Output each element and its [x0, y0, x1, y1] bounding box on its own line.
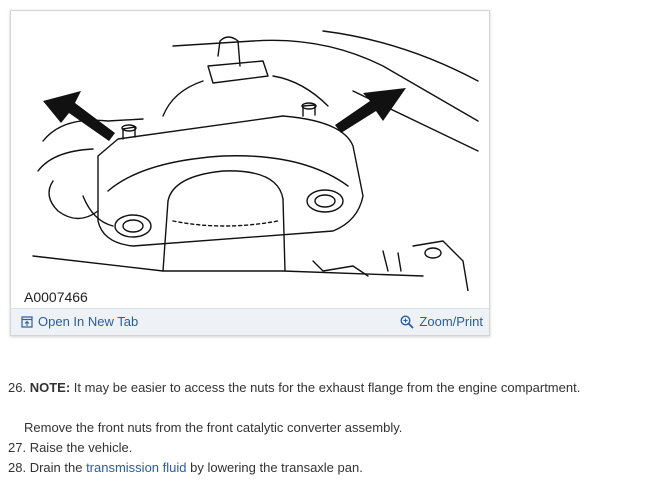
step-number: 28. — [8, 460, 27, 475]
zoom-print-link[interactable]: Zoom/Print — [400, 314, 483, 329]
transmission-fluid-link[interactable]: transmission fluid — [86, 460, 186, 475]
figure-card: A0007466 Open In New Tab Zoom/Print — [10, 10, 490, 336]
note-label: NOTE: — [29, 380, 71, 395]
step-text: Raise the vehicle. — [26, 440, 133, 455]
procedure-steps: 26. NOTE: It may be easier to access the… — [8, 378, 638, 478]
step-number: 26. — [8, 380, 27, 395]
exhaust-flange-illustration — [32, 30, 479, 291]
figure-toolbar: Open In New Tab Zoom/Print — [11, 308, 489, 335]
figure-id: A0007466 — [24, 289, 88, 305]
open-in-new-tab-link[interactable]: Open In New Tab — [21, 314, 138, 329]
zoom-icon — [400, 314, 415, 329]
step-number: 27. — [8, 440, 27, 455]
step-text-after: by lowering the transaxle pan. — [186, 460, 363, 475]
zoom-print-label: Zoom/Print — [419, 314, 483, 329]
step-28: 28. Drain the transmission fluid by lowe… — [8, 458, 638, 478]
step-26-instruction: Remove the front nuts from the front cat… — [24, 420, 403, 435]
step-text-before: Drain the — [26, 460, 87, 475]
open-in-new-tab-label: Open In New Tab — [38, 314, 139, 329]
note-text: It may be easier to access the nuts for … — [70, 380, 581, 395]
open-in-new-tab-icon — [21, 315, 33, 328]
step-27: 27. Raise the vehicle. — [8, 438, 638, 458]
step-26: 26. NOTE: It may be easier to access the… — [8, 378, 638, 398]
